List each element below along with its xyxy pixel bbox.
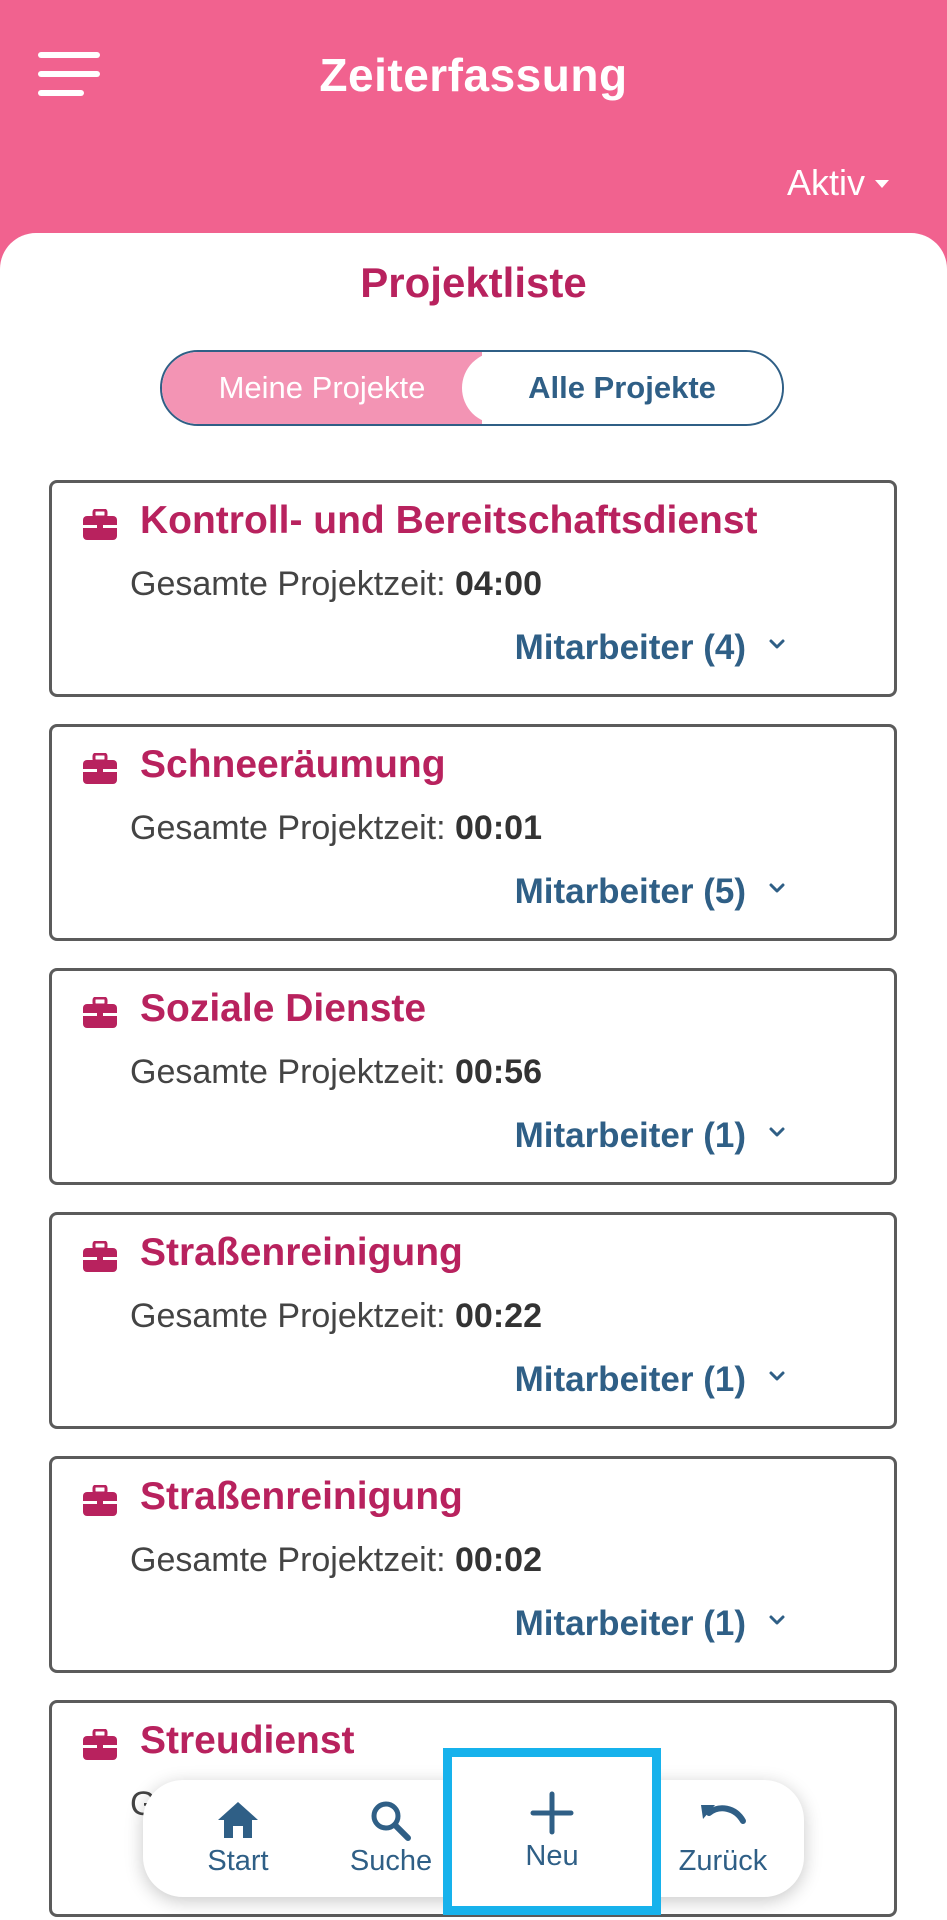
project-card[interactable]: Kontroll- und Bereitschaftsdienst Gesamt… [49,480,897,697]
project-filter-toggle: Meine Projekte Alle Projekte [160,350,784,426]
members-toggle[interactable]: Mitarbeiter (4) [515,628,746,668]
search-icon [371,1801,411,1841]
nav-new-button[interactable]: Neu [443,1748,661,1915]
briefcase-icon [83,753,117,784]
briefcase-icon [83,1729,117,1760]
nav-back-button[interactable]: Zurück [653,1780,793,1897]
chevron-down-icon[interactable] [766,1609,788,1631]
chevron-down-icon[interactable] [766,877,788,899]
nav-search-label: Suche [349,1845,433,1877]
project-time-value: 04:00 [455,565,542,603]
tab-all-projects[interactable]: Alle Projekte [462,352,782,424]
chevron-down-icon[interactable] [766,1365,788,1387]
project-list: Kontroll- und Bereitschaftsdienst Gesamt… [49,480,897,1920]
chevron-down-icon[interactable] [766,1121,788,1143]
page-title: Projektliste [360,259,587,306]
project-time: Gesamte Projektzeit: 00:01 [130,809,542,847]
project-time-value: 00:22 [455,1297,542,1335]
status-filter-dropdown[interactable]: Aktiv [787,162,889,204]
app-screen: Zeiterfassung Aktiv Projektliste Meine P… [0,0,947,1920]
members-toggle[interactable]: Mitarbeiter (5) [515,872,746,912]
home-icon [218,1802,258,1838]
caret-down-icon [875,180,889,188]
tab-my-projects[interactable]: Meine Projekte [162,352,482,424]
nav-start-button[interactable]: Start [173,1780,303,1897]
project-name: Straßenreinigung [140,1475,463,1518]
project-name: Streudienst [140,1719,355,1762]
project-time: Gesamte Projektzeit: 00:56 [130,1053,542,1091]
status-filter-label: Aktiv [786,162,865,203]
chevron-down-icon[interactable] [766,633,788,655]
nav-start-label: Start [207,1845,269,1877]
undo-icon [701,1805,746,1824]
members-toggle[interactable]: Mitarbeiter (1) [515,1116,746,1156]
members-toggle[interactable]: Mitarbeiter (1) [515,1360,746,1400]
project-time: Gesamte Projektzeit: 00:22 [130,1297,542,1335]
nav-new-label: Neu [525,1840,579,1872]
briefcase-icon [83,1241,117,1272]
nav-back-label: Zurück [678,1845,768,1877]
project-name: Schneeräumung [140,743,446,786]
project-name: Soziale Dienste [140,987,427,1030]
project-card[interactable]: Straßenreinigung Gesamte Projektzeit: 00… [49,1456,897,1673]
main-panel: Projektliste Meine Projekte Alle Projekt… [0,233,947,1920]
project-card[interactable]: Schneeräumung Gesamte Projektzeit: 00:01… [49,724,897,941]
project-time-value: 00:02 [455,1541,542,1579]
app-title: Zeiterfassung [319,49,628,101]
briefcase-icon [83,509,117,540]
plus-icon [530,1791,574,1835]
project-time: Gesamte Projektzeit: 04:00 [130,565,542,603]
project-card[interactable]: Soziale Dienste Gesamte Projektzeit: 00:… [49,968,897,1185]
project-card[interactable]: Straßenreinigung Gesamte Projektzeit: 00… [49,1212,897,1429]
briefcase-icon [83,997,117,1028]
project-name: Straßenreinigung [140,1231,463,1274]
project-name: Kontroll- und Bereitschaftsdienst [140,499,758,542]
members-toggle[interactable]: Mitarbeiter (1) [515,1604,746,1644]
nav-search-button[interactable]: Suche [326,1780,456,1897]
project-time: Gesamte Projektzeit: 00:02 [130,1541,542,1579]
project-time-value: 00:01 [455,809,542,847]
project-time-value: 00:56 [455,1053,542,1091]
app-header: Zeiterfassung Aktiv [0,0,947,250]
briefcase-icon [83,1485,117,1516]
